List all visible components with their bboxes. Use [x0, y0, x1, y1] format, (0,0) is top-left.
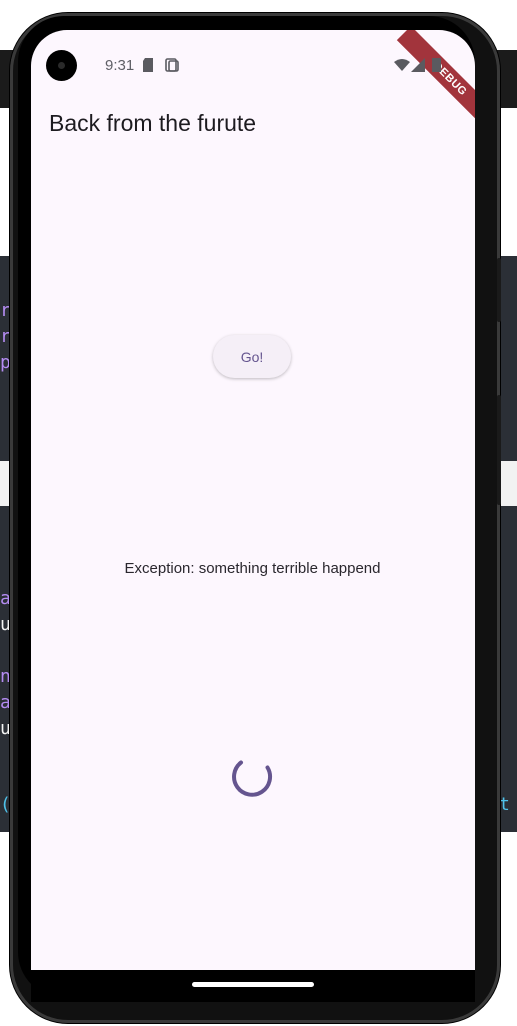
- status-time: 9:31: [105, 57, 135, 74]
- sd-card-icon: [143, 58, 153, 72]
- debug-banner: DEBUG: [396, 30, 475, 130]
- signal-icon: [411, 58, 425, 72]
- circular-progress-icon: [232, 760, 273, 797]
- screenshot-icon: [165, 58, 179, 72]
- exception-message: Exception: something terrible happend: [124, 560, 381, 577]
- power-button: [497, 395, 501, 505]
- front-camera: [46, 50, 77, 81]
- battery-icon: [432, 58, 441, 72]
- home-indicator[interactable]: [192, 982, 314, 987]
- page-title: Back from the furute: [49, 110, 257, 136]
- go-button[interactable]: Go!: [213, 335, 291, 378]
- background-code-fragment: t: [499, 794, 510, 815]
- volume-button: [497, 258, 501, 322]
- wifi-icon: [394, 59, 410, 71]
- app-screen: [31, 30, 475, 970]
